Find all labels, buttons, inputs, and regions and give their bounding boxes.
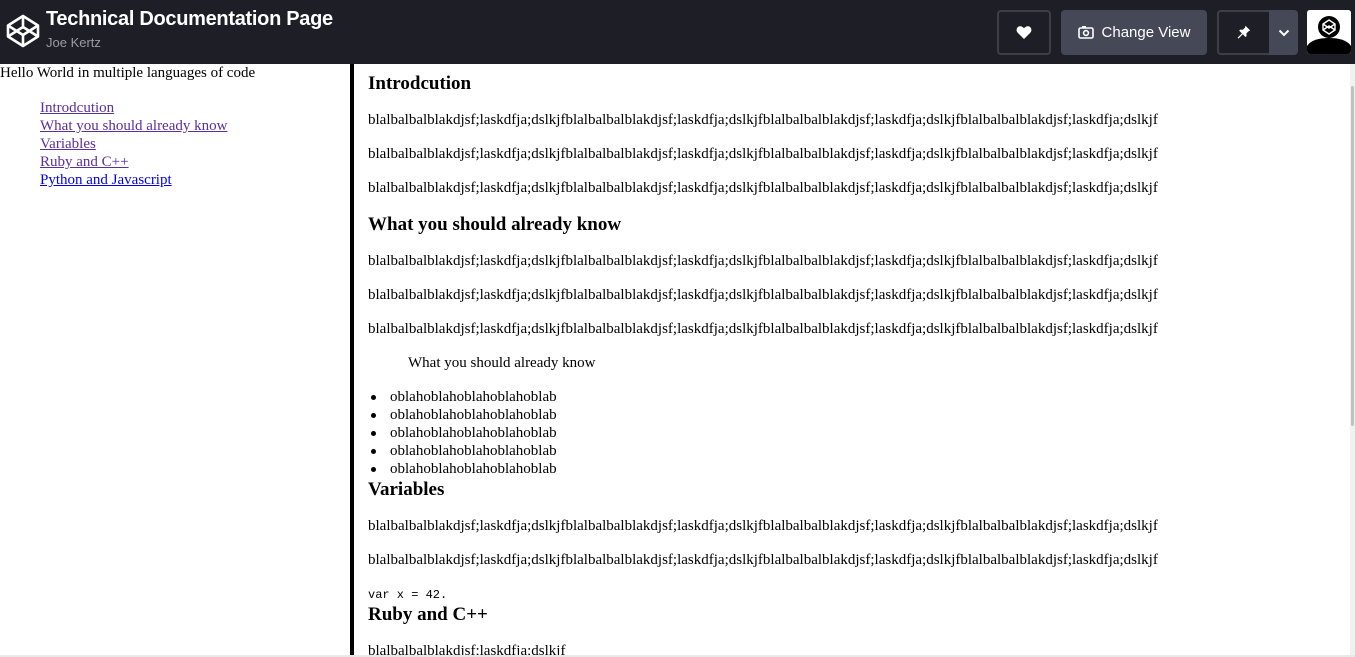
nav-item: Ruby and C++ xyxy=(40,153,227,171)
pin-button[interactable] xyxy=(1217,10,1269,55)
code-snippet: var x = 42. xyxy=(368,588,448,602)
nav-link-variables[interactable]: Variables xyxy=(40,136,96,152)
user-avatar[interactable] xyxy=(1307,10,1351,54)
like-button[interactable] xyxy=(997,10,1051,55)
list-item: oblahoblahoblahoblahoblab xyxy=(368,460,557,478)
section-paragraph: blalbalbalblakdjsf;laskdfja;dslkjfblalba… xyxy=(368,287,1158,303)
nav-item: What you should already know xyxy=(40,117,227,135)
top-bar: Technical Documentation Page Joe Kertz C… xyxy=(0,0,1355,64)
list-item: oblahoblahoblahoblahoblab xyxy=(368,406,557,424)
avatar-icon xyxy=(1307,10,1351,54)
pin-icon xyxy=(1237,25,1251,39)
nav-link-ruby-and-cpp[interactable]: Ruby and C++ xyxy=(40,154,129,170)
section-paragraph: blalbalbalblakdjsf;laskdfja;dslkjfblalba… xyxy=(368,112,1158,128)
section-list: oblahoblahoblahoblahoblab oblahoblahobla… xyxy=(368,388,557,478)
section-paragraph: blalbalbalblakdjsf;laskdfja;dslkjfblalba… xyxy=(368,518,1158,534)
navbar-header: Hello World in multiple languages of cod… xyxy=(0,65,256,81)
change-view-button[interactable]: Change View xyxy=(1061,10,1207,55)
section-heading-introdcution: Introdcution xyxy=(368,73,472,94)
section-paragraph: blalbalbalblakdjsf;laskdfja;dslkjfblalba… xyxy=(368,321,1158,337)
main-doc: Introdcution blalbalbalblakdjsf;laskdfja… xyxy=(354,64,1350,657)
nav-item: Variables xyxy=(40,135,227,153)
section-paragraph: blalbalbalblakdjsf;laskdfja;dslkjfblalba… xyxy=(368,180,1158,196)
section-paragraph: blalbalbalblakdjsf;laskdfja;dslkjfblalba… xyxy=(368,146,1158,162)
section-paragraph: blalbalbalblakdjsf;laskdfja;dslkjfblalba… xyxy=(368,552,1158,568)
navbar: Hello World in multiple languages of cod… xyxy=(0,64,350,657)
list-item: oblahoblahoblahoblahoblab xyxy=(368,388,557,406)
main-scrollbar-thumb[interactable] xyxy=(1351,86,1354,426)
nav-link-python-and-javascript[interactable]: Python and Javascript xyxy=(40,172,172,188)
nav-link-introdcution[interactable]: Introdcution xyxy=(40,100,114,116)
pen-title: Technical Documentation Page xyxy=(46,8,333,30)
pin-dropdown-button[interactable] xyxy=(1269,10,1298,55)
nav-list: Introdcution What you should already kno… xyxy=(40,99,227,189)
section-blockquote: What you should already know xyxy=(408,355,596,371)
section-heading-what-you-should-already-know: What you should already know xyxy=(368,214,622,235)
pen-author[interactable]: Joe Kertz xyxy=(46,35,101,50)
section-heading-variables: Variables xyxy=(368,479,445,500)
change-view-label: Change View xyxy=(1101,24,1191,41)
view-icon xyxy=(1077,26,1094,39)
list-item: oblahoblahoblahoblahoblab xyxy=(368,442,557,460)
codepen-logo-icon[interactable] xyxy=(6,14,40,48)
nav-item: Introdcution xyxy=(40,99,227,117)
heart-icon xyxy=(1016,26,1032,39)
section-paragraph: blalbalbalblakdjsf;laskdfja;dslkjfblalba… xyxy=(368,253,1158,269)
section-heading-ruby-and-cpp: Ruby and C++ xyxy=(368,604,488,625)
chevron-down-icon xyxy=(1278,29,1289,36)
nav-link-what-you-should-already-know[interactable]: What you should already know xyxy=(40,118,227,134)
nav-item: Python and Javascript xyxy=(40,171,227,189)
list-item: oblahoblahoblahoblahoblab xyxy=(368,424,557,442)
